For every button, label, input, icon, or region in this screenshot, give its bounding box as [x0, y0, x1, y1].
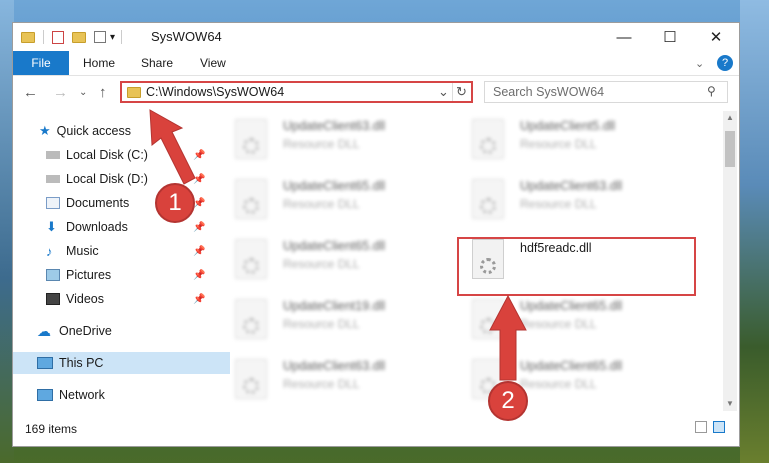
- step-badge-2: 2: [488, 381, 528, 421]
- step-badge-1: 1: [155, 183, 195, 223]
- arrow-2: [489, 294, 527, 381]
- arrow-1: [149, 109, 196, 185]
- annotation-arrows: [149, 109, 527, 381]
